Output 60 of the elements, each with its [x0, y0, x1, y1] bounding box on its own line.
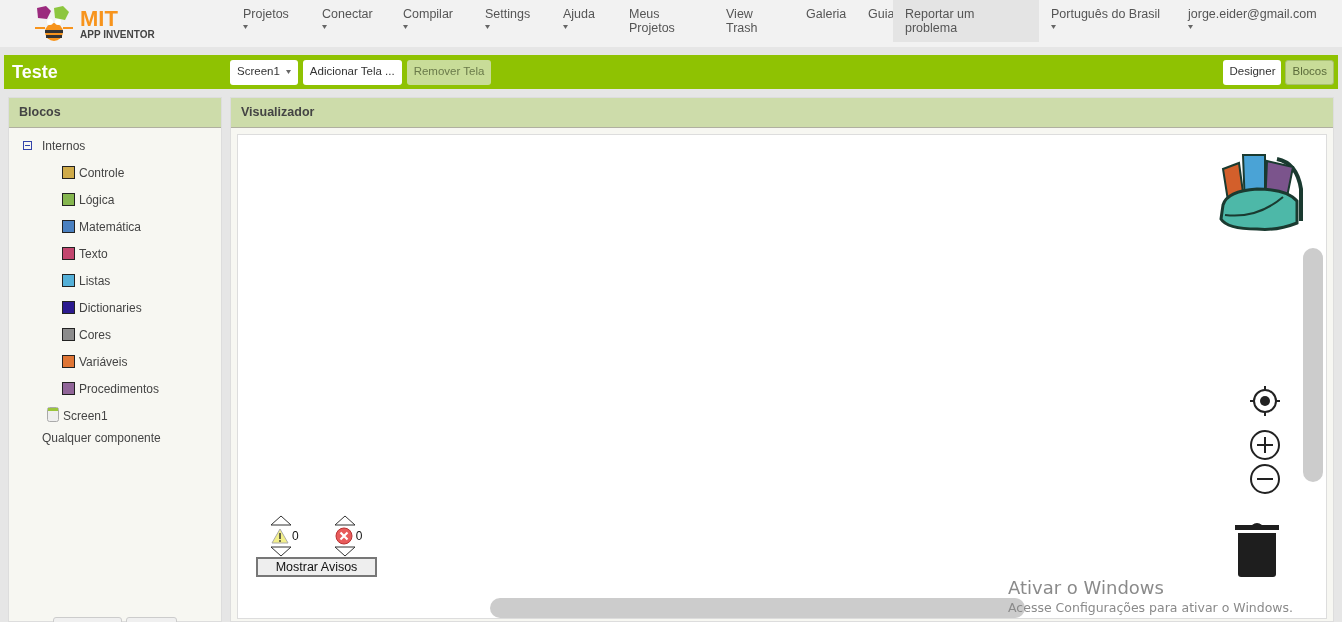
tree-item[interactable]: Screen1 — [63, 407, 108, 425]
block-category-item[interactable]: Procedimentos — [79, 380, 160, 398]
view-toggle-button[interactable]: Blocos — [1285, 59, 1334, 85]
collapse-toggle-icon[interactable] — [23, 141, 32, 150]
next-arrow-icon[interactable] — [270, 546, 292, 557]
caret-icon — [243, 25, 248, 29]
tree-item[interactable]: Qualquer componente — [42, 429, 161, 447]
block-category-item[interactable]: Texto — [79, 245, 108, 263]
previous-arrow-icon[interactable] — [333, 515, 356, 526]
previous-arrow-icon[interactable] — [270, 515, 292, 526]
block-category-item[interactable]: Dictionaries — [79, 299, 142, 317]
panel-title: Visualizador — [241, 104, 315, 122]
nav-menu-item[interactable]: jorge.eider@gmail.com — [1176, 0, 1330, 42]
recenter-icon[interactable] — [1249, 385, 1281, 417]
tree-item[interactable]: Internos — [42, 136, 86, 155]
warning-count: 0 — [292, 528, 299, 545]
logo-subtitle: APP INVENTOR — [80, 29, 155, 40]
panel-title: Blocos — [19, 104, 61, 122]
block-category-item[interactable]: Listas — [79, 272, 111, 290]
nav-menu-item[interactable]: Guia — [856, 0, 893, 42]
activation-title: Ativar o Windows — [1008, 577, 1165, 599]
nav-menu-item[interactable]: Reportar um problema — [893, 0, 1039, 42]
bee-logo-icon — [32, 5, 76, 42]
warning-icon — [271, 528, 289, 544]
project-title: Teste — [11, 60, 59, 84]
add-screen-button[interactable]: Adicionar Tela ... — [302, 59, 402, 85]
nav-menu-item[interactable]: Galeria — [794, 0, 856, 42]
block-category-item[interactable]: Matemática — [79, 218, 142, 236]
caret-icon — [563, 25, 568, 29]
show-warnings-button[interactable]: Mostrar Avisos — [256, 557, 377, 577]
nav-menu-item[interactable]: Projetos — [231, 0, 310, 42]
caret-icon — [403, 25, 408, 29]
vertical-scrollbar[interactable] — [1303, 248, 1323, 482]
view-toggle-button[interactable]: Designer — [1223, 59, 1282, 85]
caret-icon — [1188, 25, 1193, 29]
logo-title: MIT — [80, 7, 118, 30]
nav-menu-item[interactable]: Ajuda — [551, 0, 617, 42]
activation-message: Acesse Configurações para ativar o Windows. — [1008, 599, 1294, 617]
error-icon — [334, 527, 353, 545]
screen-component-icon — [47, 407, 59, 422]
nav-menu-item[interactable]: Settings — [473, 0, 551, 42]
caret-icon — [1051, 25, 1056, 29]
zoom-out-icon[interactable] — [1249, 463, 1281, 495]
nav-menu-item[interactable]: View Trash — [714, 0, 794, 42]
screen-dropdown[interactable]: Screen1 — [230, 59, 298, 85]
block-category-item[interactable]: Lógica — [79, 191, 115, 209]
caret-icon — [322, 25, 327, 29]
block-category-item[interactable]: Variáveis — [79, 353, 128, 371]
block-category-item[interactable]: Controle — [79, 164, 125, 182]
nav-menu-item[interactable]: Meus Projetos — [617, 0, 714, 42]
error-count: 0 — [355, 528, 363, 545]
trash-icon[interactable] — [1235, 521, 1279, 577]
block-category-item[interactable]: Cores — [79, 326, 111, 344]
nav-menu-item[interactable]: Português do Brasil — [1039, 0, 1176, 42]
caret-icon — [485, 25, 490, 29]
zoom-in-icon[interactable] — [1249, 429, 1281, 461]
next-arrow-icon[interactable] — [333, 546, 356, 557]
caret-icon — [285, 70, 291, 74]
nav-menu-item[interactable]: Compilar — [391, 0, 473, 42]
nav-menu-item[interactable]: Conectar — [310, 0, 391, 42]
